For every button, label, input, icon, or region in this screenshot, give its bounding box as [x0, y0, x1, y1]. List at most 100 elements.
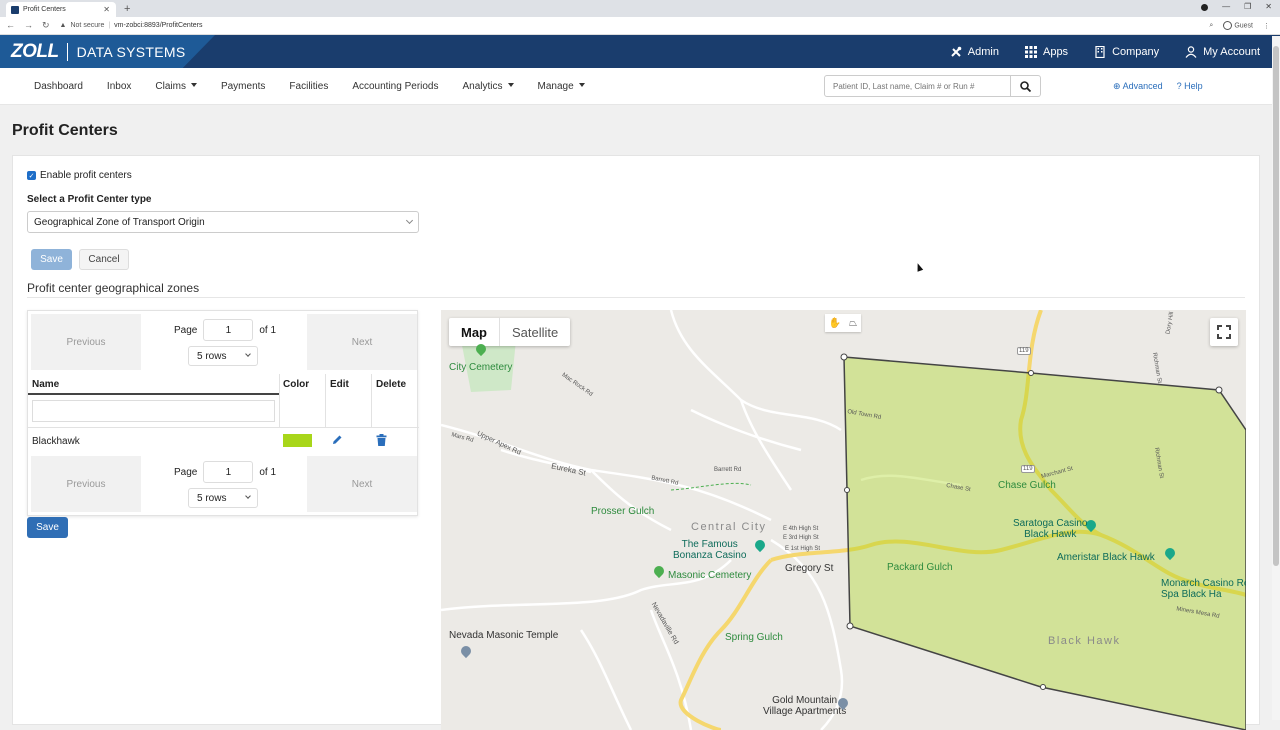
help-icon: ?	[1176, 81, 1182, 91]
brand-logo[interactable]: ZOLL DATA SYSTEMS	[0, 35, 215, 68]
record-icon[interactable]	[1201, 4, 1209, 11]
top-nav: Admin Apps Company My Account	[950, 35, 1260, 68]
browser-tabbar: Profit Centers ✕ + — ❐ ✕	[0, 0, 1280, 17]
nav-my-account[interactable]: My Account	[1185, 46, 1260, 58]
place-black-hawk: Black Hawk	[1048, 635, 1121, 647]
subnav-analytics[interactable]: Analytics	[463, 81, 514, 92]
save-button[interactable]: Save	[31, 249, 72, 270]
grid-icon	[1024, 45, 1037, 58]
place-monarch[interactable]: Monarch Casino Res Spa Black Ha	[1161, 578, 1246, 600]
profit-center-type-select[interactable]: Geographical Zone of Transport Origin	[27, 211, 419, 233]
divider	[27, 297, 1245, 298]
cancel-button[interactable]: Cancel	[79, 249, 129, 270]
place-chase-gulch[interactable]: Chase Gulch	[998, 480, 1056, 491]
subnav-inbox[interactable]: Inbox	[107, 81, 131, 92]
rows-select[interactable]: 5 rows	[188, 346, 258, 366]
forward-icon[interactable]: →	[24, 20, 33, 31]
page-of-label: of 1	[259, 466, 277, 478]
close-tab-icon[interactable]: ✕	[103, 5, 110, 14]
page-of-label: of 1	[259, 324, 277, 336]
map-type-satellite[interactable]: Satellite	[499, 318, 570, 346]
page-label: Page	[174, 324, 198, 336]
hand-icon[interactable]: ✋	[829, 318, 841, 329]
trash-icon[interactable]	[376, 434, 387, 446]
zoom-icon[interactable]: ⌕	[1209, 22, 1213, 30]
subnav-claims[interactable]: Claims	[155, 81, 197, 92]
type-label: Select a Profit Center type	[27, 194, 152, 205]
tools-icon	[951, 46, 962, 57]
checkbox-checked-icon: ✓	[27, 171, 36, 180]
fullscreen-icon	[1217, 325, 1231, 339]
enable-label: Enable profit centers	[40, 170, 132, 181]
enable-profit-centers-checkbox[interactable]: ✓ Enable profit centers	[27, 170, 132, 181]
previous-button[interactable]: Previous	[31, 456, 141, 512]
profile-icon	[1223, 21, 1233, 30]
place-saratoga[interactable]: Saratoga Casino Black Hawk	[1013, 518, 1088, 540]
security-label[interactable]: Not secure	[70, 22, 104, 29]
nav-admin[interactable]: Admin	[950, 46, 999, 58]
place-masonic-cemetery[interactable]: Masonic Cemetery	[668, 570, 751, 581]
subnav-manage[interactable]: Manage	[538, 81, 585, 92]
type-value: Geographical Zone of Transport Origin	[34, 216, 205, 228]
drawing-tools: ✋ ⏢	[825, 314, 861, 332]
polygon-icon[interactable]: ⏢	[849, 318, 857, 329]
profile-button[interactable]: Guest	[1223, 21, 1253, 30]
sort-underline	[28, 393, 279, 395]
place-prosser-gulch[interactable]: Prosser Gulch	[591, 506, 654, 517]
place-central-city: Central City	[691, 521, 767, 533]
close-window-icon[interactable]: ✕	[1265, 2, 1272, 11]
advanced-search-link[interactable]: ⊕ Advanced	[1113, 81, 1163, 92]
user-icon	[1185, 45, 1197, 58]
previous-button[interactable]: Previous	[31, 314, 141, 370]
subnav-facilities[interactable]: Facilities	[289, 81, 328, 92]
place-spring-gulch[interactable]: Spring Gulch	[725, 632, 783, 643]
new-tab-button[interactable]: +	[124, 2, 130, 17]
subnav-dashboard[interactable]: Dashboard	[34, 81, 83, 92]
tab-title: Profit Centers	[23, 6, 66, 13]
road-barrett-rd: Barrett Rd	[714, 467, 742, 473]
place-city-cemetery[interactable]: City Cemetery	[449, 362, 512, 373]
page-input[interactable]: 1	[203, 461, 254, 483]
zone-map[interactable]: Map Satellite ✋ ⏢ City Cemetery Prosser …	[441, 310, 1246, 730]
reload-icon[interactable]: ↻	[42, 20, 50, 31]
name-filter-input[interactable]	[32, 400, 275, 422]
warning-icon[interactable]: ▲	[60, 22, 67, 29]
sub-nav: Dashboard Inbox Claims Payments Faciliti…	[0, 68, 1280, 105]
place-famous-bonanza[interactable]: The Famous Bonanza Casino	[673, 539, 746, 561]
place-nevada-masonic[interactable]: Nevada Masonic Temple	[449, 630, 558, 641]
subnav-payments[interactable]: Payments	[221, 81, 265, 92]
subnav-accounting-periods[interactable]: Accounting Periods	[352, 81, 438, 92]
product-name: DATA SYSTEMS	[76, 43, 186, 60]
zoll-logo: ZOLL	[11, 40, 59, 62]
url-text[interactable]: vm-zobci:8893/ProfitCenters	[114, 22, 202, 29]
page-input[interactable]: 1	[203, 319, 254, 341]
col-divider	[325, 374, 326, 427]
scrollbar-thumb[interactable]	[1273, 46, 1279, 566]
nav-admin-label: Admin	[967, 45, 999, 58]
search-button[interactable]	[1010, 76, 1040, 96]
minimize-icon[interactable]: —	[1222, 2, 1230, 11]
building-icon	[1095, 45, 1105, 58]
place-packard-gulch[interactable]: Packard Gulch	[887, 562, 953, 573]
place-ameristar[interactable]: Ameristar Black Hawk	[1057, 552, 1155, 563]
menu-icon[interactable]: ⋮	[1263, 22, 1270, 30]
nav-apps[interactable]: Apps	[1024, 45, 1069, 58]
rows-select[interactable]: 5 rows	[188, 488, 258, 508]
restore-icon[interactable]: ❐	[1244, 2, 1251, 11]
fullscreen-button[interactable]	[1210, 318, 1238, 346]
column-name[interactable]: Name	[32, 379, 59, 390]
next-button[interactable]: Next	[307, 456, 417, 512]
help-link[interactable]: ? Help	[1177, 81, 1203, 92]
next-button[interactable]: Next	[307, 314, 417, 370]
nav-company[interactable]: Company	[1094, 45, 1159, 58]
search-input[interactable]	[825, 76, 1011, 96]
section-title: Profit center geographical zones	[27, 281, 200, 295]
browser-tab[interactable]: Profit Centers ✕	[6, 2, 116, 17]
nav-apps-label: Apps	[1042, 45, 1069, 58]
save-zones-button[interactable]: Save	[27, 517, 68, 538]
pencil-icon[interactable]	[331, 434, 343, 446]
place-gold-mountain[interactable]: Gold Mountain Village Apartments	[763, 695, 846, 717]
map-type-map[interactable]: Map	[449, 318, 499, 346]
page-scrollbar[interactable]	[1272, 36, 1280, 720]
back-icon[interactable]: ←	[6, 20, 15, 31]
